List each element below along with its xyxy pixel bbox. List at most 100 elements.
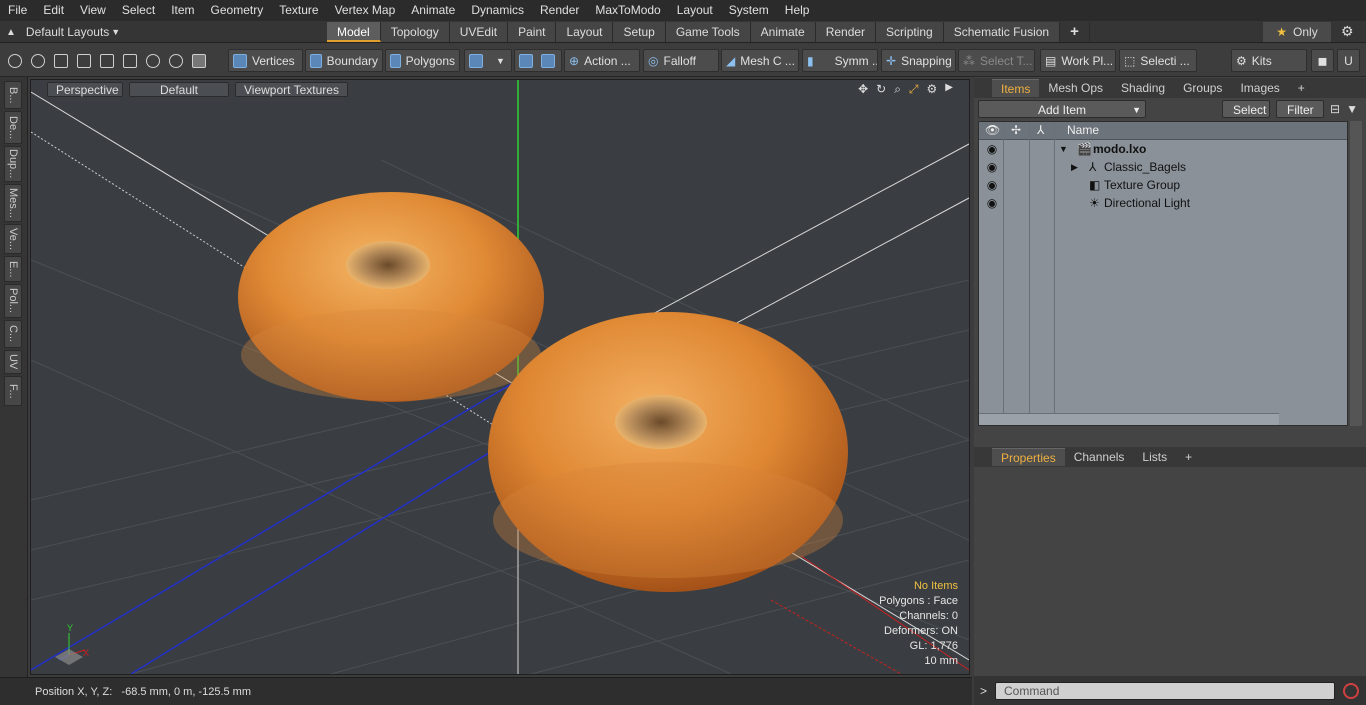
tree-row-scene[interactable]: ◉ ▼ 🎬 modo.lxo (979, 140, 1347, 158)
globe-icon[interactable] (31, 53, 45, 68)
tab-channels[interactable]: Channels (1065, 448, 1134, 466)
viewport-gear-icon[interactable]: ⚙ (927, 82, 938, 97)
left-tab-uv[interactable]: UV (4, 350, 22, 374)
left-tab-edge[interactable]: E... (4, 256, 22, 282)
menu-texture[interactable]: Texture (271, 0, 326, 21)
funnel-icon[interactable]: ▼ (1346, 102, 1358, 116)
viewport-scene[interactable]: Y X (31, 80, 969, 674)
layouts-dropdown[interactable]: ▲ Default Layouts ▼ (0, 21, 160, 43)
maximize-icon[interactable]: ⤢ (909, 82, 919, 97)
add-tab-icon[interactable]: + (1060, 22, 1090, 42)
rotate-view-icon[interactable]: ↻ (876, 82, 886, 97)
brush-icon[interactable] (77, 53, 91, 68)
tab-model[interactable]: Model (327, 22, 381, 42)
tree-row-light[interactable]: ◉ ☀ Directional Light (979, 194, 1347, 212)
name-column-header[interactable]: Name (1067, 123, 1099, 137)
rotate-icon[interactable] (146, 53, 160, 68)
add-item-button[interactable]: Add Item ▼ (978, 100, 1146, 118)
falloff-button[interactable]: ◎ Falloff (643, 49, 719, 72)
tab-animate[interactable]: Animate (750, 22, 816, 42)
scale-icon[interactable] (169, 53, 183, 68)
mesh-constraint-button[interactable]: ◢ Mesh C ... (721, 49, 799, 72)
left-tab-curve[interactable]: C... (4, 320, 22, 348)
work-plane-button[interactable]: ▤ Work Pl... (1040, 49, 1116, 72)
left-tab-polygon[interactable]: Pol... (4, 284, 22, 318)
circle-select-icon[interactable] (8, 53, 22, 68)
filter-button[interactable]: Filter (1276, 100, 1324, 118)
pivot-icon[interactable] (519, 53, 533, 68)
tab-mesh-ops[interactable]: Mesh Ops (1039, 79, 1112, 97)
menu-layout[interactable]: Layout (669, 0, 721, 21)
unity-icon[interactable]: ◼ (1311, 49, 1334, 72)
vertices-button[interactable]: Vertices (228, 49, 303, 72)
left-tab-fusion[interactable]: F... (4, 376, 22, 406)
left-tab-deform[interactable]: De... (4, 111, 22, 144)
add-tab-icon[interactable]: + (1289, 79, 1314, 97)
eye-icon[interactable]: ◉ (985, 194, 999, 212)
gear-icon[interactable]: ⚙ (1341, 23, 1354, 40)
material-dropdown[interactable]: ▼ (464, 49, 512, 72)
menu-item[interactable]: Item (163, 0, 202, 21)
tab-shading[interactable]: Shading (1112, 79, 1174, 97)
layout-up-icon[interactable]: ▲ (6, 27, 16, 38)
snapping-button[interactable]: ✛ Snapping (881, 49, 956, 72)
tab-groups[interactable]: Groups (1174, 79, 1231, 97)
polygons-button[interactable]: Polygons (385, 49, 460, 72)
tab-properties[interactable]: Properties (992, 448, 1065, 466)
select-button[interactable]: Select (1222, 100, 1270, 118)
item-mode-icon[interactable] (192, 53, 206, 68)
eye-icon[interactable]: ◉ (985, 140, 999, 158)
menu-view[interactable]: View (72, 0, 114, 21)
bagel-back[interactable] (238, 192, 544, 402)
tab-images[interactable]: Images (1231, 79, 1288, 97)
eye-icon[interactable]: ◉ (985, 176, 999, 194)
tab-items[interactable]: Items (992, 79, 1040, 97)
menu-edit[interactable]: Edit (35, 0, 72, 21)
menu-render[interactable]: Render (532, 0, 587, 21)
left-tab-mesh-edit[interactable]: Mes... (4, 184, 22, 222)
tab-paint[interactable]: Paint (508, 22, 557, 42)
left-tab-vertex[interactable]: Ve... (4, 224, 22, 254)
tab-scripting[interactable]: Scripting (876, 22, 944, 42)
command-input[interactable]: Command (995, 681, 1336, 700)
menu-help[interactable]: Help (777, 0, 818, 21)
tab-topology[interactable]: Topology (380, 22, 450, 42)
viewport-textures-dropdown[interactable]: Viewport Textures (235, 81, 348, 97)
action-center-button[interactable]: ⊕ Action ... (564, 49, 640, 72)
tab-schematic-fusion[interactable]: Schematic Fusion (943, 22, 1061, 42)
tab-lists[interactable]: Lists (1133, 448, 1176, 466)
tree-row-texture-group[interactable]: ◉ ◧ Texture Group (979, 176, 1347, 194)
menu-select[interactable]: Select (114, 0, 163, 21)
symmetry-button[interactable]: ▮ Symm ... (802, 49, 878, 72)
collapse-icon[interactable]: ⊟ (1330, 102, 1340, 116)
shading-dropdown[interactable]: Default (129, 81, 229, 97)
menu-geometry[interactable]: Geometry (203, 0, 272, 21)
tab-uvedit[interactable]: UVEdit (449, 22, 509, 42)
center-icon[interactable] (541, 53, 555, 68)
vertical-scrollbar[interactable] (1350, 121, 1362, 426)
align-icon[interactable] (100, 53, 114, 68)
view-type-dropdown[interactable]: Perspective (47, 81, 123, 97)
tab-game-tools[interactable]: Game Tools (665, 22, 751, 42)
menu-system[interactable]: System (721, 0, 777, 21)
menu-file[interactable]: File (0, 0, 35, 21)
pen-icon[interactable] (54, 53, 68, 68)
record-icon[interactable] (1343, 682, 1360, 699)
tab-setup[interactable]: Setup (613, 22, 666, 42)
expand-arrow-icon[interactable]: ▶ (1071, 158, 1078, 176)
only-toggle[interactable]: ★ Only (1263, 22, 1331, 42)
expand-arrow-icon[interactable]: ▼ (1059, 140, 1068, 158)
select-through-button[interactable]: ⁂ Select T... (958, 49, 1035, 72)
selection-sets-button[interactable]: ⬚ Selecti ... (1119, 49, 1197, 72)
3d-viewport[interactable]: Y X Perspective Default Viewport Texture… (30, 79, 970, 675)
horizontal-scrollbar[interactable] (979, 413, 1279, 425)
zoom-icon[interactable]: ⌕ (894, 82, 901, 97)
move-view-icon[interactable]: ✥ (858, 82, 868, 97)
transform-icon[interactable] (123, 53, 137, 68)
left-tab-basic[interactable]: B... (4, 81, 22, 109)
tree-row-mesh[interactable]: ◉ ▶ ⅄ Classic_Bagels (979, 158, 1347, 176)
add-tab-icon[interactable]: + (1176, 448, 1201, 466)
tab-render[interactable]: Render (815, 22, 877, 42)
tab-layout[interactable]: Layout (556, 22, 614, 42)
play-arrow-icon[interactable]: ▶ (945, 82, 953, 97)
